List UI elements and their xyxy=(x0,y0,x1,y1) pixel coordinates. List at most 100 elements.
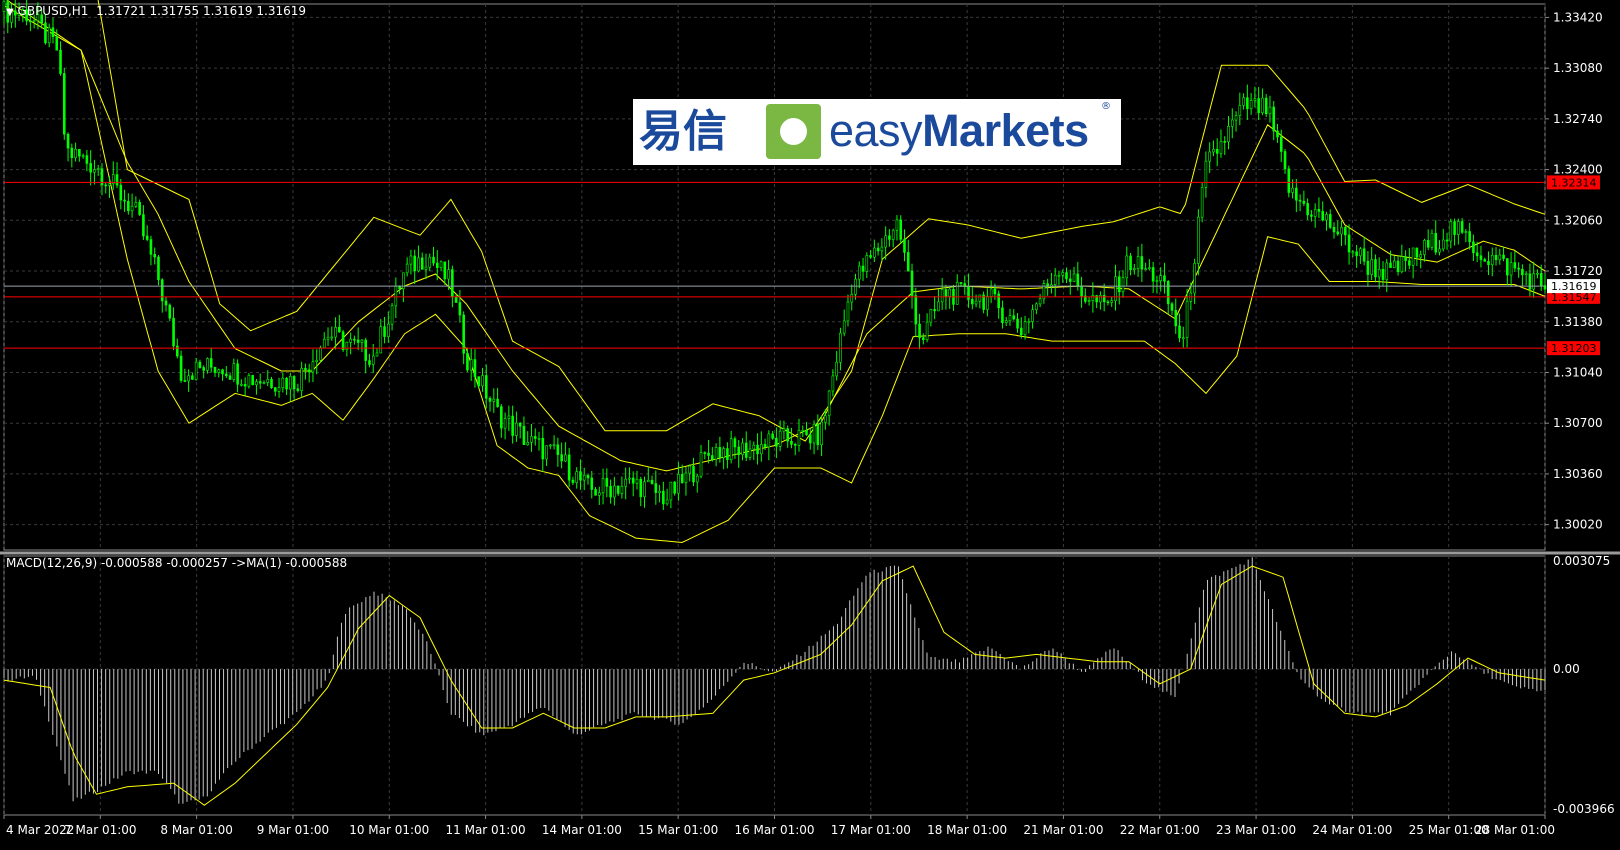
candle-body xyxy=(251,375,254,386)
candle-body xyxy=(688,465,692,474)
logo-brand-text: easyMarkets xyxy=(829,103,1089,159)
candle-body xyxy=(1536,272,1539,275)
candle-body xyxy=(89,163,92,173)
candle-body xyxy=(1291,187,1294,193)
candle-body xyxy=(582,474,586,481)
candle-body xyxy=(454,296,458,303)
candle-body xyxy=(1163,275,1166,282)
horizontal-levels[interactable]: 1.32314 1.31547 1.31203 1.31619 xyxy=(4,175,1600,356)
candle-body xyxy=(1204,160,1208,188)
candle-body xyxy=(353,338,356,341)
candle-body xyxy=(477,376,481,387)
candle-body xyxy=(409,255,413,265)
candle-body xyxy=(1117,276,1121,293)
candle-body xyxy=(549,444,552,447)
candle-body xyxy=(255,381,258,386)
candle-body xyxy=(673,481,676,494)
candle-body xyxy=(609,486,612,498)
candle-body xyxy=(1268,106,1272,115)
candle-body xyxy=(1532,273,1535,290)
candle-body xyxy=(1253,98,1257,101)
candle-body xyxy=(910,270,914,296)
collapse-triangle-icon[interactable]: ▼ xyxy=(6,7,14,18)
candle-body xyxy=(658,490,661,493)
candle-body xyxy=(379,326,383,354)
candle-body xyxy=(81,155,85,157)
level-line-2[interactable]: 1.31547 xyxy=(4,289,1600,304)
candle-body xyxy=(119,184,123,201)
candle-body xyxy=(262,382,266,384)
candle-body xyxy=(620,485,624,494)
candle-body xyxy=(756,444,759,455)
candle-body xyxy=(714,447,718,460)
candle-body xyxy=(1181,337,1185,339)
candle-body xyxy=(876,247,880,252)
price-tick-label: 1.31380 xyxy=(1553,315,1603,329)
candle-body xyxy=(1359,248,1362,257)
candle-body xyxy=(447,269,450,280)
candle-body xyxy=(515,422,518,436)
candle-body xyxy=(1234,115,1238,121)
candle-body xyxy=(417,257,420,272)
candle-body xyxy=(1031,309,1034,322)
candle-body xyxy=(888,235,891,240)
candle-body xyxy=(906,252,910,272)
logo-brand-easy: easy xyxy=(829,105,923,156)
candle-body xyxy=(484,375,488,399)
candle-body xyxy=(790,440,793,445)
candle-body xyxy=(266,379,270,383)
candle-body xyxy=(1509,262,1513,276)
candle-body xyxy=(1053,274,1057,285)
candle-body xyxy=(929,309,933,323)
candle-body xyxy=(243,383,247,387)
candle-body xyxy=(1302,200,1306,204)
level-line-1[interactable]: 1.32314 xyxy=(4,175,1600,190)
candle-body xyxy=(213,366,217,373)
candle-body xyxy=(820,421,823,446)
candle-body xyxy=(1174,310,1178,327)
candle-body xyxy=(1487,261,1490,265)
price-tick-label: 1.30700 xyxy=(1553,416,1603,430)
candle-body xyxy=(631,477,635,484)
candle-body xyxy=(1027,321,1031,323)
logo-brand-markets: Markets xyxy=(922,105,1089,156)
candle-body xyxy=(993,288,997,295)
candle-body xyxy=(168,304,172,319)
candle-body xyxy=(662,490,665,505)
time-tick-label: 22 Mar 01:00 xyxy=(1120,823,1200,837)
candle-body xyxy=(1524,273,1528,276)
candle-body xyxy=(179,355,183,381)
time-tick-label: 7 Mar 01:00 xyxy=(64,823,137,837)
candle-body xyxy=(270,379,273,388)
candle-body xyxy=(1246,97,1249,109)
candle-body xyxy=(1208,151,1211,162)
candle-body xyxy=(511,415,514,436)
candle-body xyxy=(78,148,81,157)
time-tick-label: 9 Mar 01:00 xyxy=(257,823,330,837)
candle-body xyxy=(1404,256,1407,261)
candle-body xyxy=(330,336,334,339)
candle-body xyxy=(1528,273,1532,290)
candle-body xyxy=(782,428,786,432)
candle-body xyxy=(228,375,232,380)
candle-body xyxy=(130,205,134,212)
candle-body xyxy=(760,444,763,455)
candle-body xyxy=(744,442,748,458)
price-axis: 1.33420 1.33080 1.32740 1.32400 1.32060 1.317… xyxy=(1545,10,1615,816)
time-tick-label: 24 Mar 01:00 xyxy=(1312,823,1392,837)
candle-body xyxy=(1287,168,1291,193)
candle-body xyxy=(1347,234,1351,253)
candle-body xyxy=(424,266,428,270)
candle-body xyxy=(763,444,767,448)
logo-registered-mark: ® xyxy=(1101,101,1111,112)
candle-body xyxy=(677,474,680,494)
candle-body xyxy=(1121,277,1125,293)
candle-body xyxy=(1148,267,1151,269)
candle-body xyxy=(451,269,454,298)
candle-body xyxy=(624,478,627,487)
candle-body xyxy=(172,317,175,347)
chart-header: ▼ GBPUSD,H1 1.31721 1.31755 1.31619 1.31… xyxy=(6,4,306,18)
candle-body xyxy=(778,430,782,447)
price-tick-label: 1.31720 xyxy=(1553,264,1603,278)
candle-body xyxy=(232,363,236,380)
